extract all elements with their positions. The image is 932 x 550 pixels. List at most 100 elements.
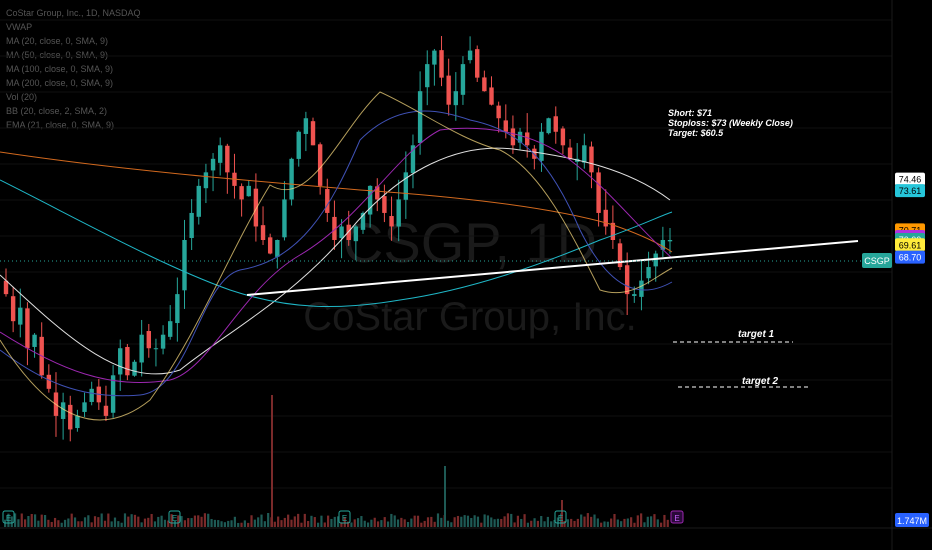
volume-bar [50, 521, 53, 527]
volume-bar [510, 513, 513, 527]
candle-body [196, 185, 201, 217]
volume-bar [213, 519, 216, 527]
candle-body [553, 116, 558, 132]
candle-body [118, 348, 123, 375]
candle-body [467, 50, 473, 61]
volume-bar [416, 515, 420, 527]
volume-bar [476, 516, 480, 527]
volume-bar [390, 513, 393, 527]
price-chart[interactable]: CoStar Group, Inc., 1D, NASDAQ VWAP MA (… [0, 0, 932, 550]
candle-body [10, 296, 16, 322]
volume-bar [636, 515, 639, 527]
volume-bar [603, 521, 606, 527]
candle-body [68, 404, 73, 430]
volume-bar [83, 517, 87, 527]
volume-bar [453, 517, 456, 527]
volume-bar [317, 522, 320, 527]
candle-body [225, 145, 230, 173]
candle-body [624, 265, 630, 295]
volume-bar [563, 520, 566, 527]
candle-body [296, 131, 301, 159]
volume-bar [17, 519, 20, 527]
volume-bar [393, 515, 396, 527]
volume-bar [566, 519, 569, 527]
volume-bar [73, 517, 77, 527]
volume-bar [127, 516, 130, 527]
volume-bar [503, 516, 506, 527]
volume-bar [420, 522, 423, 527]
candle-body [246, 185, 251, 197]
volume-bar [320, 515, 323, 527]
note-stoploss: Stoploss: $73 (Weekly Close) [668, 118, 793, 128]
volume-bar [356, 518, 360, 527]
volume-bar [466, 515, 470, 527]
candle-body [75, 415, 80, 429]
candle-body [25, 308, 30, 349]
volume-bar [483, 514, 486, 527]
candle-body [382, 196, 387, 213]
watermark-symbol: CSGP, 1D [343, 211, 597, 274]
volume-bar [290, 519, 293, 527]
candle-body [475, 49, 480, 78]
price-tag-label: 74.46 [899, 175, 922, 185]
volume-bar [580, 514, 583, 527]
volume-bar [583, 516, 586, 527]
candle-body [125, 346, 130, 376]
volume-bar [217, 520, 220, 527]
candle-body [46, 374, 52, 389]
volume-bar [473, 515, 476, 527]
candle-body [425, 64, 430, 88]
candle-body [582, 145, 587, 163]
volume-bar [90, 522, 93, 527]
candle-body [146, 331, 151, 349]
volume-bar [460, 516, 463, 527]
volume-bar [530, 520, 533, 527]
volume-bar [327, 515, 330, 527]
volume-bar [60, 522, 63, 527]
volume-bar [333, 516, 336, 527]
volume-bar [257, 517, 260, 527]
volume-bar [103, 520, 107, 527]
volume-bar [20, 513, 23, 527]
candle-body [539, 131, 544, 161]
earnings-marker-label: E [172, 514, 177, 523]
volume-bar [180, 516, 183, 527]
volume-bar [643, 522, 646, 527]
volume-bar [493, 519, 496, 527]
candle-body [546, 118, 551, 134]
volume-bar [606, 521, 609, 527]
volume-bar [620, 521, 623, 527]
volume-bar [486, 515, 490, 527]
volume-bar [263, 521, 266, 527]
volume-bar [410, 518, 413, 527]
candle-body [18, 307, 23, 325]
volume-bar [436, 513, 440, 527]
candle-body [589, 146, 594, 173]
volume-bar [57, 520, 60, 527]
volume-bar [183, 520, 187, 527]
candle-body [260, 225, 266, 240]
volume-bar [147, 517, 150, 527]
candle-body [482, 77, 487, 92]
volume-bar [440, 517, 443, 527]
volume-bar [540, 515, 543, 527]
candle-body [446, 75, 451, 105]
volume-bar [243, 520, 246, 527]
volume-bar [157, 516, 160, 527]
indicator-line: MA (50, close, 0, SMA, 9) [6, 50, 108, 60]
volume-bar [43, 514, 47, 527]
volume-bar [187, 518, 190, 527]
candle-body [396, 199, 401, 227]
volume-bar [87, 515, 90, 527]
price-tag-label: 69.61 [899, 240, 922, 250]
volume-bar [666, 519, 669, 527]
volume-bar [573, 520, 576, 527]
volume-bar [197, 515, 200, 527]
volume-bar [23, 519, 27, 527]
volume-bar [190, 518, 193, 527]
volume-bar [310, 515, 313, 527]
volume-bar [93, 516, 97, 527]
candle-body [282, 199, 287, 238]
volume-bar [626, 518, 629, 527]
volume-bar [70, 513, 73, 527]
